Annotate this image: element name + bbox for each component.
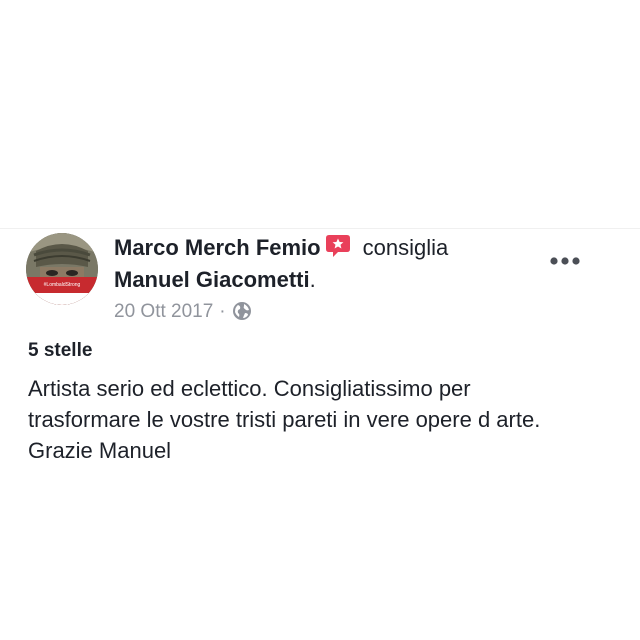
post-body: Artista serio ed eclettico. Consigliatis… (28, 373, 628, 466)
post-body-line: Grazie Manuel (28, 438, 172, 463)
post-meta: 20 Ott 2017 · (114, 299, 252, 325)
page-name-link[interactable]: Manuel Giacometti (114, 267, 310, 292)
post-body-line: trasformare le vostre tristi pareti in v… (28, 407, 541, 432)
page: #LombaldStrong Marco Merch Femio consigl… (0, 0, 640, 640)
avatar[interactable]: #LombaldStrong (26, 233, 98, 305)
author-name[interactable]: Marco Merch Femio (114, 235, 321, 260)
meta-separator: · (219, 301, 226, 322)
avatar-badge-label: #LombaldStrong (43, 282, 81, 288)
globe-icon[interactable] (232, 301, 252, 321)
post-date[interactable]: 20 Ott 2017 (114, 301, 213, 322)
more-options-icon[interactable] (549, 254, 581, 268)
rating-label: 5 stelle (28, 340, 93, 361)
recommendation-post: #LombaldStrong Marco Merch Femio consigl… (0, 229, 640, 640)
period: . (309, 267, 316, 292)
post-header: Marco Merch Femio consiglia Manuel Giaco… (114, 232, 534, 296)
action-text: consiglia (362, 235, 449, 260)
avatar-image (26, 233, 98, 305)
post-body-line: Artista serio ed eclettico. Consigliatis… (28, 376, 471, 401)
recommend-icon (325, 234, 351, 258)
